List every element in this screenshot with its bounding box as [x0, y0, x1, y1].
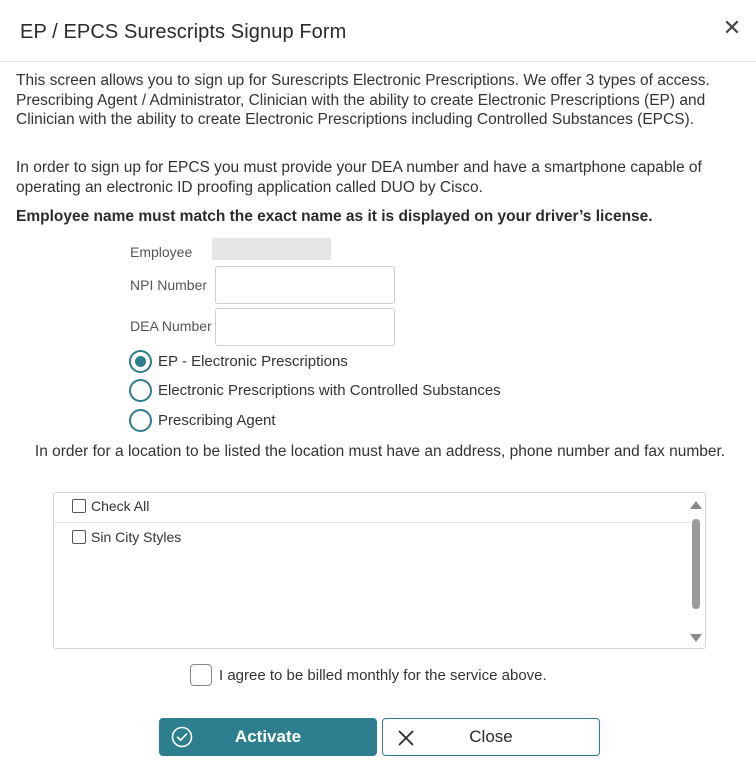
check-all-label: Check All [91, 498, 150, 514]
location-note: In order for a location to be listed the… [34, 443, 726, 460]
check-all-row[interactable]: Check All [72, 497, 149, 515]
radio-label: Electronic Prescriptions with Controlled… [158, 381, 501, 399]
name-warning: Employee name must match the exact name … [16, 208, 653, 225]
check-all-checkbox[interactable] [72, 499, 86, 513]
location-checkbox[interactable] [72, 530, 86, 544]
location-label: Sin City Styles [91, 529, 182, 545]
header-divider [0, 61, 756, 62]
agree-checkbox[interactable] [190, 664, 212, 686]
dea-label: DEA Number [130, 318, 212, 334]
list-divider [54, 522, 690, 523]
radio-selected-icon[interactable] [129, 349, 152, 373]
scroll-up-arrow-icon[interactable] [690, 501, 702, 509]
close-label: Close [469, 727, 513, 746]
location-item[interactable]: Sin City Styles [72, 528, 181, 546]
billing-agreement[interactable]: I agree to be billed monthly for the ser… [190, 664, 547, 686]
npi-label: NPI Number [130, 277, 208, 293]
dea-input[interactable] [215, 308, 395, 346]
radio-label: EP - Electronic Prescriptions [158, 352, 348, 370]
radio-unselected-icon[interactable] [129, 408, 152, 432]
signup-dialog: EP / EPCS Surescripts Signup Form ✕ This… [0, 0, 756, 765]
activate-button[interactable]: Activate [159, 718, 377, 756]
epcs-paragraph: In order to sign up for EPCS you must pr… [16, 159, 702, 196]
scrollbar[interactable] [689, 497, 703, 644]
activate-label: Activate [234, 727, 302, 746]
radio-label: Prescribing Agent [158, 411, 276, 429]
radio-prescribing-agent[interactable]: Prescribing Agent [129, 408, 276, 432]
location-list: Check All Sin City Styles [53, 492, 706, 649]
dialog-title: EP / EPCS Surescripts Signup Form [20, 21, 347, 43]
radio-ep[interactable]: EP - Electronic Prescriptions [129, 349, 348, 373]
radio-epcs[interactable]: Electronic Prescriptions with Controlled… [129, 378, 501, 402]
radio-unselected-icon[interactable] [129, 378, 152, 402]
employee-name-value [212, 238, 331, 260]
scroll-thumb[interactable] [692, 519, 700, 609]
npi-input[interactable] [215, 266, 395, 304]
agree-label: I agree to be billed monthly for the ser… [219, 666, 547, 684]
close-icon[interactable]: ✕ [720, 16, 744, 40]
close-button[interactable]: Close [382, 718, 600, 756]
employee-label: Employee [130, 244, 193, 260]
scroll-down-arrow-icon[interactable] [690, 634, 702, 642]
intro-paragraph: This screen allows you to sign up for Su… [16, 72, 710, 128]
